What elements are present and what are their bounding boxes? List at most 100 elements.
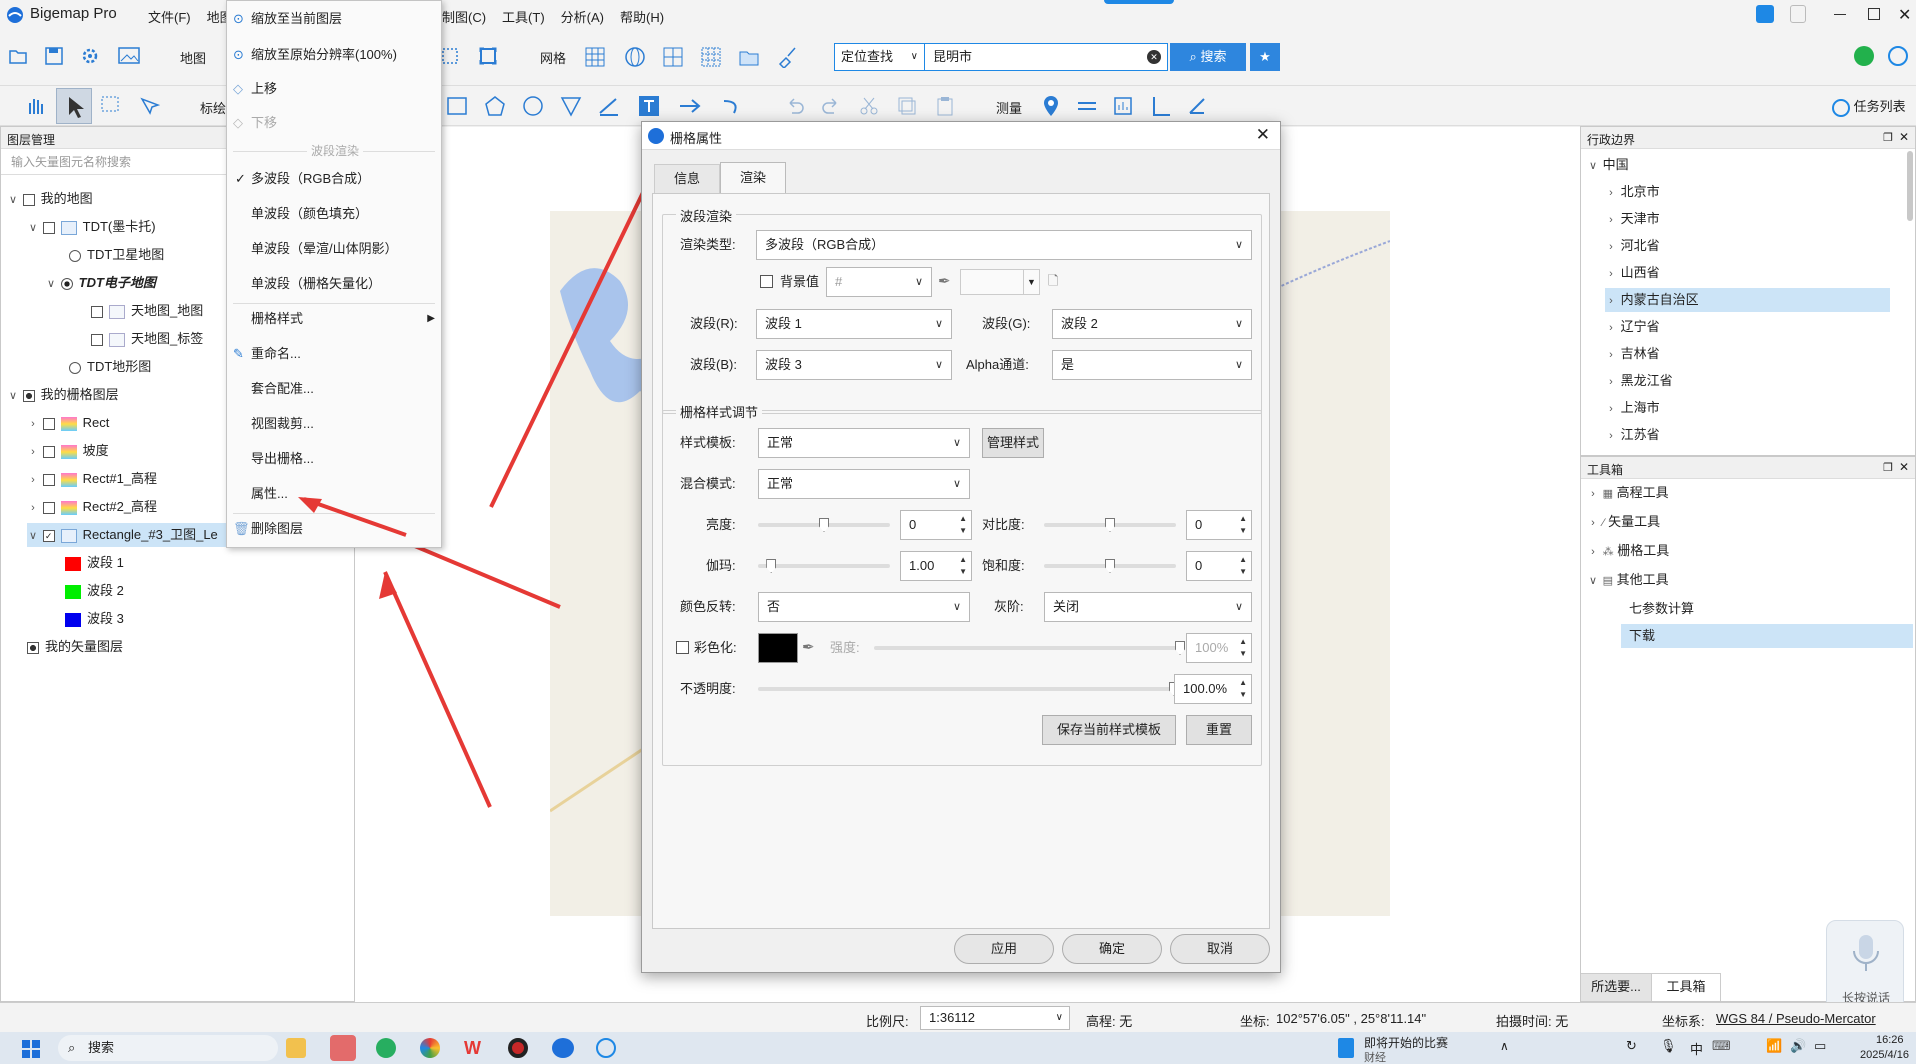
blend-mode-select[interactable]: 正常 ∨ xyxy=(758,469,970,499)
band-g-select[interactable]: 波段 2 ∨ xyxy=(1052,309,1252,339)
select-tool-button[interactable] xyxy=(56,88,92,124)
grid-label[interactable]: 网格 xyxy=(540,48,566,67)
save-style-template-button[interactable]: 保存当前样式模板 xyxy=(1042,715,1176,745)
maximize-button[interactable] xyxy=(1868,8,1880,20)
menu-draw[interactable]: 制图(C) xyxy=(442,10,486,25)
chevron-down-icon[interactable]: ∨ xyxy=(27,216,39,240)
tree-tdt-satellite[interactable]: TDT卫星地图 xyxy=(69,243,164,267)
gamma-spinbox[interactable]: 1.00 ▲ ▼ xyxy=(900,551,972,581)
location-pin-icon[interactable] xyxy=(1040,94,1062,118)
cut-scissors-icon[interactable] xyxy=(858,95,880,117)
menu-singleband-vectorize[interactable]: 单波段（栅格矢量化） xyxy=(227,270,441,298)
tab-selected-features[interactable]: 所选要... xyxy=(1581,973,1651,1001)
locate-mode-select[interactable]: 定位查找 ∨ xyxy=(834,43,924,71)
rectangle-tool-icon[interactable] xyxy=(446,95,468,117)
account-icon[interactable] xyxy=(1888,46,1908,66)
clock-time[interactable]: 16:26 xyxy=(1876,1034,1904,1046)
strength-slider[interactable] xyxy=(874,646,1180,650)
menu-export-raster[interactable]: 导出栅格... xyxy=(227,445,441,473)
menu-raster-style[interactable]: 栅格样式 ▶ xyxy=(227,305,441,333)
input-method-icon[interactable]: ⌨ xyxy=(1712,1038,1731,1054)
ok-button[interactable]: 确定 xyxy=(1062,934,1162,964)
chevron-right-icon[interactable]: › xyxy=(27,496,39,520)
tab-toolbox[interactable]: 工具箱 xyxy=(1651,973,1721,1001)
scale-select[interactable]: 1:36112 ∨ xyxy=(920,1006,1070,1030)
menu-georeference[interactable]: 套合配准... xyxy=(227,375,441,403)
menu-multiband-rgb[interactable]: ✓ 多波段（RGB合成） xyxy=(227,165,441,193)
tree-rectangle3-selected[interactable]: ∨ ✓ Rectangle_#3_卫图_Le xyxy=(27,523,227,547)
search-button[interactable]: ⌕ 搜索 xyxy=(1170,43,1246,71)
scrollbar-thumb[interactable] xyxy=(1907,151,1913,221)
tree-rect2-elevation[interactable]: › Rect#2_高程 xyxy=(27,495,157,519)
tree-slope[interactable]: › 坡度 xyxy=(27,439,109,463)
colorize-checkbox[interactable] xyxy=(676,641,689,654)
select-feature-icon[interactable] xyxy=(138,95,160,117)
menu-zoom-native[interactable]: ⊙ 缩放至原始分辨率(100%) xyxy=(227,41,441,69)
menu-rename[interactable]: ✎ 重命名... xyxy=(227,340,441,368)
toolbox-raster[interactable]: › ⁂ 栅格工具 xyxy=(1587,539,1669,563)
menu-tools[interactable]: 工具(T) xyxy=(502,10,545,25)
gamma-slider[interactable] xyxy=(758,564,890,568)
close-panel-icon[interactable]: ✕ xyxy=(1899,460,1909,474)
admin-item[interactable]: › 江苏省 xyxy=(1605,423,1659,447)
admin-item-selected[interactable]: › 内蒙古自治区 xyxy=(1605,288,1890,312)
clear-brush-icon[interactable] xyxy=(776,46,798,68)
background-color-picker[interactable]: ▼ xyxy=(960,269,1040,295)
new-document-icon[interactable]: 🗋 xyxy=(1048,272,1058,294)
admin-root-china[interactable]: ∨ 中国 xyxy=(1587,153,1629,177)
strength-spinbox[interactable]: 100% ▲ ▼ xyxy=(1186,633,1252,663)
manage-style-button[interactable]: 管理样式 xyxy=(982,428,1044,458)
chat-taskbar-icon[interactable] xyxy=(596,1038,616,1058)
azimuth-icon[interactable] xyxy=(1186,95,1208,117)
opacity-slider[interactable] xyxy=(758,687,1174,691)
arrow-tool-icon[interactable] xyxy=(678,95,704,117)
invert-select[interactable]: 否 ∨ xyxy=(758,592,970,622)
copy-icon[interactable] xyxy=(896,95,918,117)
browser-taskbar-icon[interactable] xyxy=(420,1038,440,1058)
tree-my-map[interactable]: ∨ 我的地图 xyxy=(7,187,93,211)
grid-icon[interactable] xyxy=(584,46,606,68)
news-widget-icon[interactable] xyxy=(1338,1038,1354,1058)
admin-item[interactable]: › 河北省 xyxy=(1605,234,1659,258)
tree-tdt-mercator[interactable]: ∨ TDT(墨卡托) xyxy=(27,215,156,239)
tree-tianditu-map[interactable]: 天地图_地图 xyxy=(91,299,203,323)
chevron-right-icon[interactable]: › xyxy=(27,440,39,464)
measure-label[interactable]: 测量 xyxy=(996,98,1022,117)
redo-icon[interactable] xyxy=(820,95,842,117)
task-list-button[interactable]: 任务列表 xyxy=(1832,96,1906,117)
admin-item[interactable]: › 山西省 xyxy=(1605,261,1659,285)
menu-singleband-color[interactable]: 单波段（颜色填充） xyxy=(227,200,441,228)
apply-button[interactable]: 应用 xyxy=(954,934,1054,964)
paste-icon[interactable] xyxy=(934,95,956,117)
chevron-down-icon[interactable]: ∨ xyxy=(45,272,57,296)
taskbar-search[interactable]: ⌕ 搜索 xyxy=(58,1035,278,1061)
admin-item[interactable]: › 黑龙江省 xyxy=(1605,369,1672,393)
alpha-select[interactable]: 是 ∨ xyxy=(1052,350,1252,380)
mic-tray-icon[interactable]: 🎙 xyxy=(1660,1038,1677,1054)
map-toolbar-label[interactable]: 地图 xyxy=(180,48,206,67)
search-input[interactable]: 昆明市 ✕ xyxy=(924,43,1168,71)
recorder-taskbar-icon[interactable] xyxy=(508,1038,528,1058)
brightness-spinbox[interactable]: 0 ▲ ▼ xyxy=(900,510,972,540)
reset-button[interactable]: 重置 xyxy=(1186,715,1252,745)
band-r-select[interactable]: 波段 1 ∨ xyxy=(756,309,952,339)
menu-file[interactable]: 文件(F) xyxy=(148,10,191,25)
admin-item[interactable]: › 北京市 xyxy=(1605,180,1659,204)
toolbox-seven-params[interactable]: 七参数计算 xyxy=(1629,597,1694,621)
colorize-color-swatch[interactable] xyxy=(758,633,798,663)
tree-band3[interactable]: 波段 3 xyxy=(65,607,124,631)
close-panel-icon[interactable]: ✕ xyxy=(1899,130,1909,144)
bigemap-taskbar-icon[interactable] xyxy=(552,1038,574,1058)
render-type-select[interactable]: 多波段（RGB合成） ∨ xyxy=(756,230,1252,260)
chevron-down-icon[interactable]: ∨ xyxy=(27,524,39,547)
admin-item[interactable]: › 上海市 xyxy=(1605,396,1659,420)
tab-info[interactable]: 信息 xyxy=(654,164,720,194)
minimize-button[interactable] xyxy=(1834,14,1846,15)
chevron-down-icon[interactable]: ∨ xyxy=(7,188,19,212)
full-extent-icon[interactable] xyxy=(478,46,498,66)
tree-tianditu-label[interactable]: 天地图_标签 xyxy=(91,327,203,351)
voice-input-widget[interactable]: 长按说话 xyxy=(1826,920,1904,1012)
mark-label[interactable]: 标绘 xyxy=(200,98,226,117)
menu-move-up[interactable]: ◇ 上移 xyxy=(227,75,441,103)
wifi-icon[interactable]: 📶 xyxy=(1766,1038,1782,1054)
